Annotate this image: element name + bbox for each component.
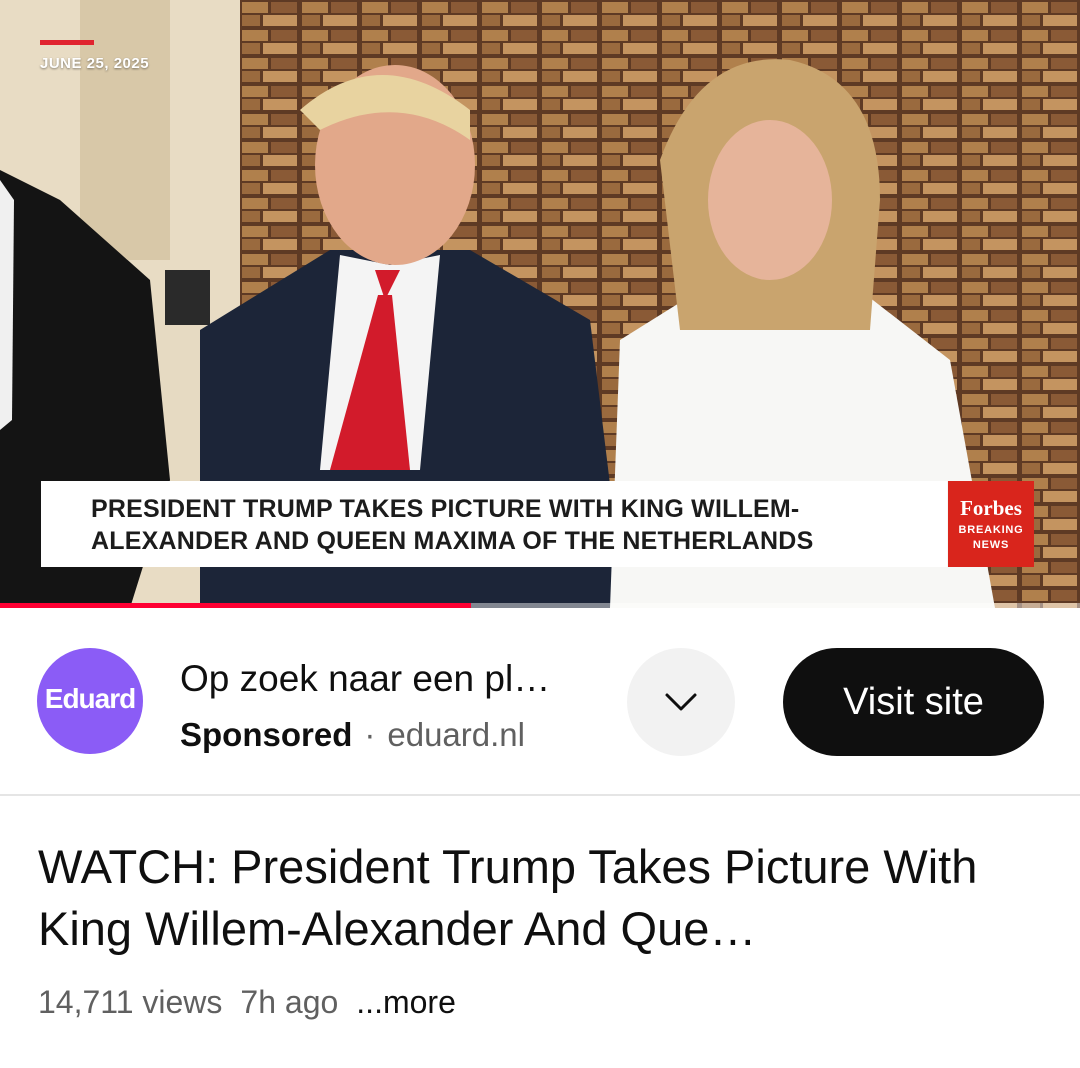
more-description-link[interactable]: ...more (356, 984, 456, 1020)
expand-ad-button[interactable] (627, 648, 735, 756)
ad-title[interactable]: Op zoek naar een pl… (180, 658, 620, 700)
visit-site-button[interactable]: Visit site (783, 648, 1044, 756)
advertiser-avatar[interactable]: Eduard (37, 648, 143, 754)
chevron-down-icon (665, 693, 697, 711)
video-metadata: 14,711 views 7h ago ...more (38, 984, 474, 1021)
date-accent-bar (40, 40, 94, 45)
lower-third-banner: PRESIDENT TRUMP TAKES PICTURE WITH KING … (41, 481, 947, 567)
sponsored-ad-card[interactable]: Eduard Op zoek naar een pl… Sponsored · ed… (0, 610, 1080, 794)
sponsored-label: Sponsored (180, 716, 353, 753)
forbes-logo-text: Forbes (960, 496, 1022, 520)
advertiser-logo-text: Eduard (44, 683, 136, 714)
video-title[interactable]: WATCH: President Trump Takes Picture Wit… (38, 836, 1048, 960)
lower-third-headline: PRESIDENT TRUMP TAKES PICTURE WITH KING … (91, 493, 941, 557)
upload-age: 7h ago (240, 984, 339, 1020)
video-player[interactable]: JUNE 25, 2025 PRESIDENT TRUMP TAKES PICT… (0, 0, 1080, 608)
breaking-label: BREAKING (958, 524, 1024, 536)
view-count: 14,711 views (38, 984, 223, 1020)
ad-meta: Sponsored · eduard.nl (180, 716, 525, 754)
ad-domain: eduard.nl (387, 716, 525, 753)
video-progress-fill (0, 603, 471, 608)
section-divider (0, 794, 1080, 796)
video-date-overlay: JUNE 25, 2025 (40, 40, 149, 72)
lower-third-line-1: PRESIDENT TRUMP TAKES PICTURE WITH KING … (91, 495, 800, 523)
video-date: JUNE 25, 2025 (40, 55, 150, 72)
meta-separator: · (364, 716, 376, 753)
video-progress-bar[interactable] (0, 603, 1080, 608)
news-label: NEWS (972, 539, 1010, 551)
forbes-breaking-news-logo: Forbes BREAKING NEWS (948, 481, 1034, 567)
lower-third-line-2: ALEXANDER AND QUEEN MAXIMA OF THE NETHER… (91, 527, 814, 555)
